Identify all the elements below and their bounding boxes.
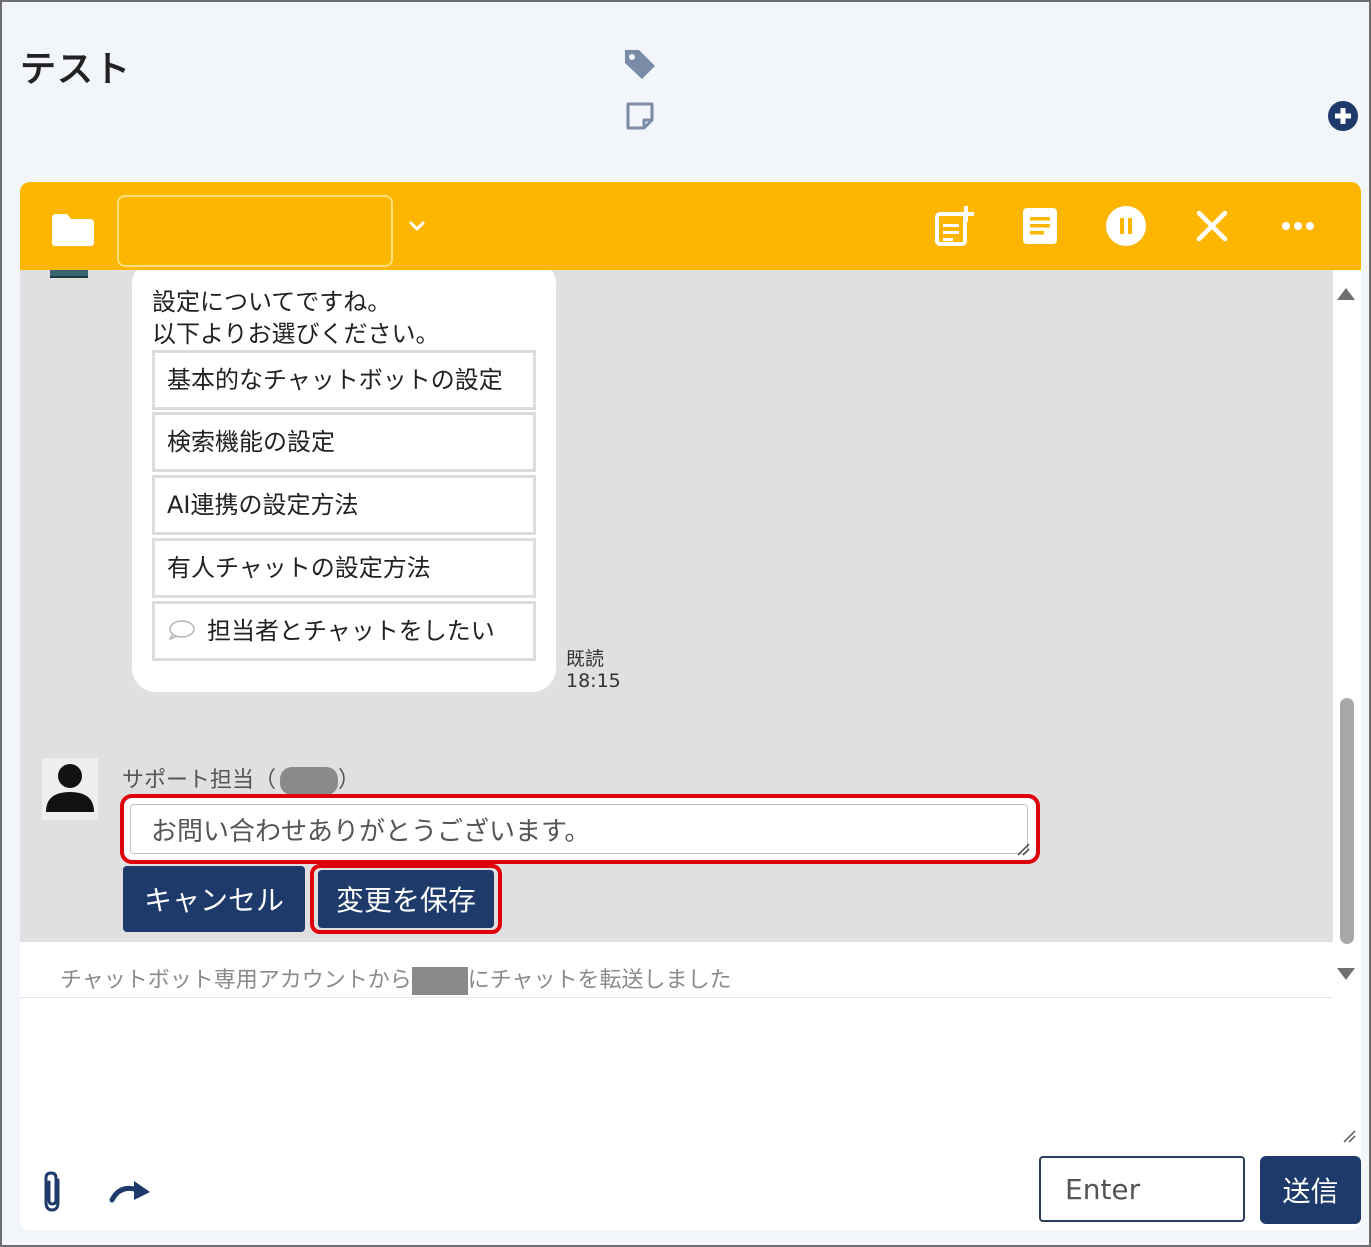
speech-bubble-icon bbox=[168, 620, 195, 641]
option-basic-chatbot[interactable]: 基本的なチャットボットの設定 bbox=[152, 350, 536, 410]
message-input[interactable] bbox=[50, 1019, 1330, 1139]
pause-icon[interactable] bbox=[1104, 204, 1148, 248]
system-message-row: チャットボット専用アカウントから にチャットを転送しました bbox=[20, 942, 1333, 998]
page-title: テスト bbox=[20, 49, 132, 90]
redo-icon[interactable] bbox=[108, 1178, 154, 1206]
redacted-name bbox=[280, 767, 339, 795]
sticky-note-icon[interactable] bbox=[624, 100, 656, 132]
option-label: 有人チャットの設定方法 bbox=[167, 554, 431, 582]
option-label: 検索機能の設定 bbox=[167, 428, 335, 456]
chat-toolbar bbox=[20, 182, 1361, 270]
bot-message-line: 設定についてですね。 bbox=[152, 288, 392, 316]
system-message: チャットボット専用アカウントから にチャットを転送しました bbox=[60, 962, 732, 995]
more-icon[interactable] bbox=[1276, 204, 1320, 248]
bot-avatar bbox=[50, 270, 88, 278]
save-button-highlight: 変更を保存 bbox=[310, 864, 502, 934]
option-handoff[interactable]: 担当者とチャットをしたい bbox=[152, 601, 536, 661]
chat-screen: テスト 設定についてですね。 以下よりお選びください。 基本的なチャットボットの… bbox=[0, 0, 1371, 1247]
tag-icon[interactable] bbox=[622, 46, 658, 82]
note-add-icon[interactable] bbox=[932, 204, 976, 248]
scrollbar-thumb[interactable] bbox=[1340, 698, 1354, 944]
edit-message-input[interactable]: お問い合わせありがとうございます。 bbox=[130, 804, 1028, 854]
system-message-before: チャットボット専用アカウントから bbox=[60, 968, 412, 993]
document-icon[interactable] bbox=[1018, 204, 1062, 248]
avatar bbox=[42, 758, 98, 820]
scroll-down-arrow-icon[interactable] bbox=[1335, 966, 1357, 982]
bot-message-line: 以下よりお選びください。 bbox=[152, 320, 440, 348]
option-label: 担当者とチャットをしたい bbox=[207, 617, 495, 645]
compose-area bbox=[20, 999, 1361, 1149]
option-search-feature[interactable]: 検索機能の設定 bbox=[152, 412, 536, 472]
redacted-name bbox=[411, 967, 468, 995]
paperclip-icon[interactable] bbox=[38, 1170, 68, 1214]
status-select[interactable] bbox=[117, 195, 393, 267]
sender-name-label: サポート担当（ bbox=[122, 768, 277, 793]
save-changes-button[interactable]: 変更を保存 bbox=[318, 870, 494, 928]
edit-message-highlight: お問い合わせありがとうございます。 bbox=[120, 794, 1040, 864]
enter-key-setting[interactable] bbox=[1039, 1156, 1245, 1222]
resize-handle-icon[interactable] bbox=[1016, 842, 1030, 856]
plus-circle-icon[interactable] bbox=[1327, 100, 1359, 132]
message-list: 設定についてですね。 以下よりお選びください。 基本的なチャットボットの設定 検… bbox=[20, 270, 1333, 942]
option-live-chat[interactable]: 有人チャットの設定方法 bbox=[152, 538, 536, 598]
send-button[interactable]: 送信 bbox=[1260, 1156, 1361, 1224]
scroll-up-arrow-icon[interactable] bbox=[1335, 286, 1357, 302]
message-time: 18:15 bbox=[566, 670, 621, 692]
sender-name: サポート担当（ ） bbox=[122, 762, 360, 795]
option-label: 基本的なチャットボットの設定 bbox=[167, 366, 503, 394]
option-ai-integration[interactable]: AI連携の設定方法 bbox=[152, 475, 536, 535]
close-icon[interactable] bbox=[1190, 204, 1234, 248]
read-status: 既読 bbox=[566, 648, 605, 670]
chevron-down-icon[interactable] bbox=[405, 216, 429, 236]
folder-icon[interactable] bbox=[50, 212, 96, 248]
cancel-button[interactable]: キャンセル bbox=[123, 866, 305, 932]
sender-name-close: ） bbox=[338, 768, 361, 793]
system-message-after: にチャットを転送しました bbox=[467, 968, 732, 993]
resize-handle-icon[interactable] bbox=[1342, 1129, 1356, 1143]
chat-window: 設定についてですね。 以下よりお選びください。 基本的なチャットボットの設定 検… bbox=[20, 182, 1361, 1230]
option-label: AI連携の設定方法 bbox=[167, 491, 359, 519]
bot-message-bubble: 設定についてですね。 以下よりお選びください。 基本的なチャットボットの設定 検… bbox=[132, 270, 556, 692]
